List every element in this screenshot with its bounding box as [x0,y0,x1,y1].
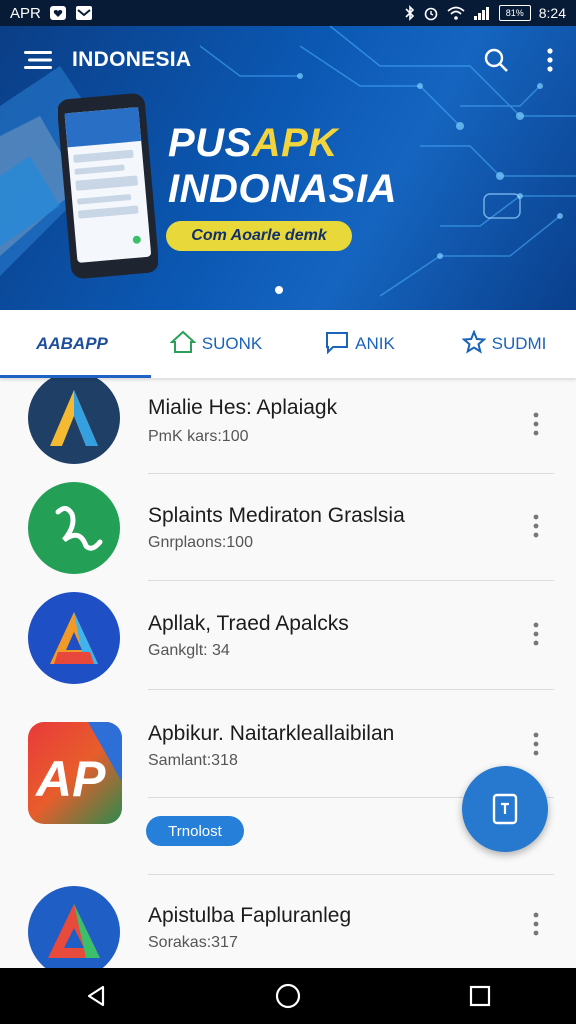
search-icon[interactable] [476,40,516,80]
app-toolbar: INDONESIA [0,26,576,94]
list-item[interactable]: Apistulba Fapluranleg Sorakas:317 [0,878,576,968]
tab-label: SUDMI [491,334,547,353]
battery-label: 81% [505,8,524,18]
hero-title-line2: INDONASIA [168,167,397,211]
app-subtitle: Sorakas:317 [148,934,238,951]
list-item[interactable]: Apllak, Traed Apalcks Gankglt: 34 [0,582,576,690]
svg-text:AP: AP [34,751,106,807]
signal-icon [473,6,491,20]
list-item[interactable]: Splaints Mediraton Graslsia Gnrplaons:10… [0,474,576,582]
hero-cta-pill[interactable]: Com Aoarle demk [166,221,352,251]
app-name: Apllak, Traed Apalcks [148,612,349,635]
app-a-blue-icon [28,592,120,684]
recents-icon[interactable] [450,968,510,1024]
divider [148,689,554,690]
toolbar-title: INDONESIA [72,48,192,71]
app-a-dark-icon [28,378,120,464]
hero-title-white: PUS [168,121,252,165]
tab-sudmi[interactable]: SUDMI [432,310,576,378]
hero-title: PUSAPK INDONASIA [168,120,397,212]
menu-icon[interactable] [18,40,58,80]
app-subtitle: PmK kars:100 [148,428,249,445]
app-a-triangle-icon [28,886,120,968]
phone-illustration [58,93,158,279]
mail-notification-icon [75,5,93,21]
back-icon[interactable] [66,968,126,1024]
divider [148,874,554,875]
more-options-icon[interactable] [522,724,550,764]
tab-label: SUONK [201,334,263,353]
tab-anik[interactable]: ANIK [288,310,432,378]
status-chip[interactable]: Trnolost [146,816,244,846]
app-name: Apistulba Fapluranleg [148,904,352,927]
tab-label: ANIK [355,334,395,353]
chat-icon [325,330,349,359]
document-icon [492,793,518,825]
more-options-icon[interactable] [522,404,550,444]
status-bar: APR 81% 8:24 [0,0,576,26]
wifi-icon [447,6,465,20]
tab-bar: AABAPP SUONK ANIK SUDMI [0,310,576,378]
heart-notification-icon [49,5,67,21]
hero-banner[interactable]: INDONESIA PUSAPK INDONASIA Com Aoarle de… [0,26,576,310]
hero-title-accent: APK [251,121,338,165]
floating-action-button[interactable] [462,766,548,852]
divider [148,580,554,581]
app-name: Splaints Mediraton Graslsia [148,504,405,527]
tab-suonk[interactable]: SUONK [144,310,288,378]
more-options-icon[interactable] [522,614,550,654]
tab-aabapp[interactable]: AABAPP [0,310,151,378]
app-subtitle: Gnrplaons:100 [148,534,253,551]
app-name: Mialie Hes: Aplaiagk [148,396,338,419]
carrier-label: APR [10,4,41,22]
battery-icon: 81% [498,5,531,21]
star-icon [461,328,487,359]
app-subtitle: Samlant:318 [148,752,238,769]
more-options-icon[interactable] [530,40,570,80]
app-list: Mialie Hes: Aplaiagk PmK kars:100 Splain… [0,378,576,968]
system-nav-bar [0,968,576,1024]
bluetooth-icon [405,5,415,21]
app-ap-icon: AP [28,722,122,824]
clock: 8:24 [538,5,566,21]
home-icon [169,330,197,359]
more-options-icon[interactable] [522,506,550,546]
tab-label: AABAPP [36,334,108,353]
home-button-icon[interactable] [258,968,318,1024]
alarm-icon [423,5,439,21]
app-subtitle: Gankglt: 34 [148,642,230,659]
app-green-leaf-icon [28,482,120,574]
app-name: Apbikur. Naitarkleallaibilan [148,722,395,745]
more-options-icon[interactable] [522,904,550,944]
carousel-indicator [275,286,283,294]
list-item[interactable]: Mialie Hes: Aplaiagk PmK kars:100 [0,378,576,464]
